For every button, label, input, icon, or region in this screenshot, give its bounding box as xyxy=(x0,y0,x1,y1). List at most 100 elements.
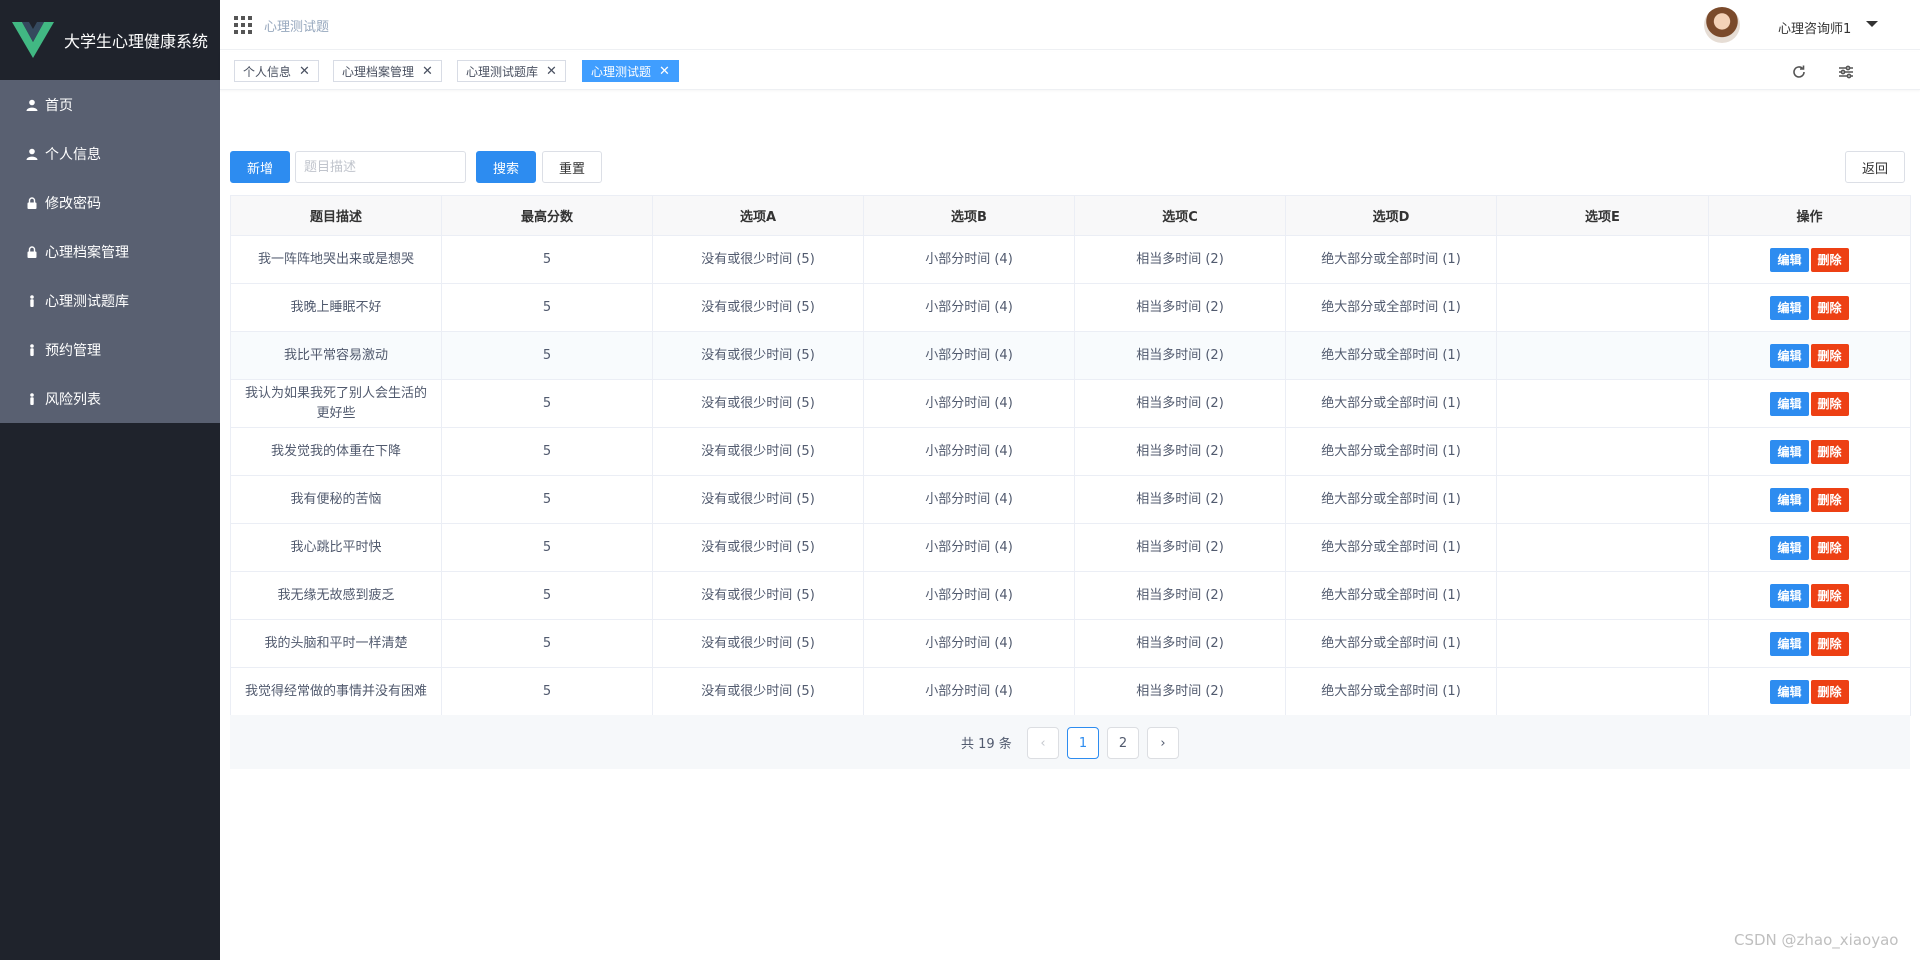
edit-button[interactable]: 编辑 xyxy=(1770,487,1809,512)
logo-bar: 大学生心理健康系统 xyxy=(0,0,220,80)
table-cell xyxy=(1496,523,1709,572)
table-cell: 5 xyxy=(441,283,653,332)
lock-icon xyxy=(25,245,39,259)
tag-label: 心理档案管理 xyxy=(342,64,415,79)
add-button[interactable]: 新增 xyxy=(230,151,290,183)
edit-button[interactable]: 编辑 xyxy=(1770,247,1809,272)
edit-button[interactable]: 编辑 xyxy=(1770,295,1809,320)
delete-button[interactable]: 删除 xyxy=(1810,679,1849,704)
page-1-button[interactable]: 1 xyxy=(1067,727,1099,759)
app-title: 大学生心理健康系统 xyxy=(64,32,209,51)
next-page-button[interactable]: › xyxy=(1147,727,1179,759)
tag-archive[interactable]: 心理档案管理 ✕ xyxy=(333,60,442,82)
table-cell: 我晚上睡眠不好 xyxy=(230,283,442,332)
actions-cell: 编辑 删除 xyxy=(1708,235,1911,284)
avatar[interactable] xyxy=(1704,7,1740,43)
column-header: 题目描述 xyxy=(230,195,442,236)
actions-cell: 编辑 删除 xyxy=(1708,523,1911,572)
table-cell xyxy=(1496,235,1709,284)
sidebar-item-question-bank[interactable]: 心理测试题库 xyxy=(0,276,220,325)
table-cell: 5 xyxy=(441,427,653,476)
table-cell: 绝大部分或全部时间 (1) xyxy=(1285,475,1497,524)
table-cell: 没有或很少时间 (5) xyxy=(652,523,864,572)
sidebar-item-label: 风险列表 xyxy=(45,391,101,408)
table-cell: 5 xyxy=(441,379,653,428)
delete-button[interactable]: 删除 xyxy=(1810,391,1849,416)
table-cell: 我觉得经常做的事情并没有困难 xyxy=(230,667,442,716)
edit-button[interactable]: 编辑 xyxy=(1770,631,1809,656)
sidebar-item-archive[interactable]: 心理档案管理 xyxy=(0,227,220,276)
refresh-icon[interactable] xyxy=(1791,64,1807,80)
delete-button[interactable]: 删除 xyxy=(1810,631,1849,656)
table-row: 我一阵阵地哭出来或是想哭 5 没有或很少时间 (5) 小部分时间 (4) 相当多时间 (… xyxy=(230,235,1911,284)
sidebar-item-profile[interactable]: 个人信息 xyxy=(0,129,220,178)
page-2-button[interactable]: 2 xyxy=(1107,727,1139,759)
table-cell xyxy=(1496,283,1709,332)
top-header: 心理测试题 心理咨询师1 xyxy=(220,0,1920,50)
sidebar-item-label: 修改密码 xyxy=(45,195,101,212)
sidebar-item-change-password[interactable]: 修改密码 xyxy=(0,178,220,227)
edit-button[interactable]: 编辑 xyxy=(1770,535,1809,560)
sidebar-item-home[interactable]: 首页 xyxy=(0,80,220,129)
close-icon[interactable]: ✕ xyxy=(299,65,310,78)
delete-button[interactable]: 删除 xyxy=(1810,343,1849,368)
tag-test-questions[interactable]: 心理测试题 ✕ xyxy=(582,60,679,82)
actions-cell: 编辑 删除 xyxy=(1708,331,1911,380)
table-cell xyxy=(1496,475,1709,524)
table-cell xyxy=(1496,571,1709,620)
prev-page-button[interactable]: ‹ xyxy=(1027,727,1059,759)
column-header: 选项D xyxy=(1285,195,1497,236)
caret-down-icon[interactable] xyxy=(1866,21,1878,27)
table-cell: 没有或很少时间 (5) xyxy=(652,475,864,524)
edit-button[interactable]: 编辑 xyxy=(1770,391,1809,416)
table-cell: 小部分时间 (4) xyxy=(863,475,1075,524)
tag-question-bank[interactable]: 心理测试题库 ✕ xyxy=(457,60,566,82)
table-cell: 相当多时间 (2) xyxy=(1074,427,1286,476)
reset-button[interactable]: 重置 xyxy=(542,151,602,183)
table-cell: 小部分时间 (4) xyxy=(863,235,1075,284)
close-icon[interactable]: ✕ xyxy=(546,65,557,78)
user-name[interactable]: 心理咨询师1 xyxy=(1778,18,1851,37)
table-cell: 没有或很少时间 (5) xyxy=(652,283,864,332)
table-cell xyxy=(1496,619,1709,668)
table-cell: 我心跳比平时快 xyxy=(230,523,442,572)
search-button[interactable]: 搜索 xyxy=(476,151,536,183)
table-cell xyxy=(1496,331,1709,380)
close-icon[interactable]: ✕ xyxy=(659,65,670,78)
table-cell: 没有或很少时间 (5) xyxy=(652,667,864,716)
chevron-left-icon: ‹ xyxy=(1040,735,1046,751)
table-cell: 小部分时间 (4) xyxy=(863,283,1075,332)
delete-button[interactable]: 删除 xyxy=(1810,295,1849,320)
delete-button[interactable]: 删除 xyxy=(1810,247,1849,272)
tag-label: 心理测试题 xyxy=(591,64,652,79)
table-row: 我晚上睡眠不好 5 没有或很少时间 (5) 小部分时间 (4) 相当多时间 (2) 绝大部… xyxy=(230,283,1911,332)
table-cell: 小部分时间 (4) xyxy=(863,331,1075,380)
tag-profile[interactable]: 个人信息 ✕ xyxy=(234,60,319,82)
table-cell: 5 xyxy=(441,475,653,524)
close-icon[interactable]: ✕ xyxy=(422,65,433,78)
edit-button[interactable]: 编辑 xyxy=(1770,583,1809,608)
sidebar-item-risk-list[interactable]: 风险列表 xyxy=(0,374,220,423)
table-row: 我的头脑和平时一样清楚 5 没有或很少时间 (5) 小部分时间 (4) 相当多时间 (2… xyxy=(230,619,1911,668)
search-input[interactable] xyxy=(295,151,466,183)
settings-sliders-icon[interactable] xyxy=(1838,64,1854,80)
sidebar-item-label: 心理档案管理 xyxy=(45,244,129,261)
delete-button[interactable]: 删除 xyxy=(1810,487,1849,512)
delete-button[interactable]: 删除 xyxy=(1810,535,1849,560)
sidebar-menu: 首页 个人信息 修改密码 心理档案管理 心理测试题库 预约管理 风险列表 xyxy=(0,80,220,423)
edit-button[interactable]: 编辑 xyxy=(1770,343,1809,368)
table-cell: 相当多时间 (2) xyxy=(1074,475,1286,524)
delete-button[interactable]: 删除 xyxy=(1810,583,1849,608)
delete-button[interactable]: 删除 xyxy=(1810,439,1849,464)
table-cell: 相当多时间 (2) xyxy=(1074,235,1286,284)
table-cell: 相当多时间 (2) xyxy=(1074,619,1286,668)
table-cell: 5 xyxy=(441,331,653,380)
edit-button[interactable]: 编辑 xyxy=(1770,439,1809,464)
sidebar-item-appointments[interactable]: 预约管理 xyxy=(0,325,220,374)
apps-grid-icon[interactable] xyxy=(234,16,252,34)
back-button[interactable]: 返回 xyxy=(1845,151,1905,183)
table-cell: 绝大部分或全部时间 (1) xyxy=(1285,379,1497,428)
person-icon xyxy=(25,392,39,406)
edit-button[interactable]: 编辑 xyxy=(1770,679,1809,704)
table-cell xyxy=(1496,667,1709,716)
